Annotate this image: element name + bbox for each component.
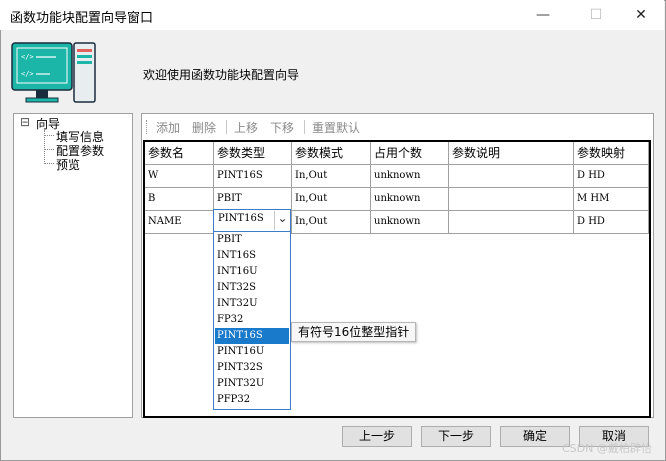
- tree-connector: [44, 163, 54, 164]
- table-cell[interactable]: M HM: [574, 188, 649, 211]
- table-cell[interactable]: In,Out: [292, 165, 371, 188]
- dropdown-option[interactable]: INT32U: [215, 296, 289, 312]
- option-tooltip: 有符号16位整型指针: [291, 322, 417, 342]
- chevron-down-icon[interactable]: ⌄: [274, 211, 290, 230]
- tree-connector: [44, 135, 54, 136]
- prev-button[interactable]: 上一步: [342, 426, 412, 447]
- dropdown-option[interactable]: INT32S: [215, 280, 289, 296]
- computer-icon: </> </>: [11, 42, 96, 103]
- wizard-tree[interactable]: ⊟ 向导 填写信息 配置参数 预览: [13, 113, 133, 418]
- svg-text:</>: </>: [21, 70, 34, 78]
- maximize-button[interactable]: ☐: [573, 0, 619, 30]
- dropdown-option[interactable]: PINT32S: [215, 360, 289, 376]
- toolbar-separator: [304, 120, 305, 134]
- toolbar-grip: [146, 120, 149, 134]
- move-down-button[interactable]: 下移: [270, 119, 294, 136]
- toolbar-separator: [226, 120, 227, 134]
- minimize-button[interactable]: —: [520, 0, 566, 30]
- dropdown-option[interactable]: PINT16U: [215, 344, 289, 360]
- table-cell[interactable]: unknown: [371, 188, 449, 211]
- delete-button[interactable]: 删除: [192, 119, 216, 136]
- next-button[interactable]: 下一步: [421, 426, 491, 447]
- table-cell[interactable]: D HD: [574, 165, 649, 188]
- dropdown-option[interactable]: FP32: [215, 312, 289, 328]
- add-button[interactable]: 添加: [156, 119, 180, 136]
- param-type-dropdown[interactable]: PBIT INT16S INT16U INT32S INT32U FP32 PI…: [213, 231, 291, 410]
- table-cell[interactable]: W: [145, 165, 214, 188]
- table-cell[interactable]: unknown: [371, 165, 449, 188]
- window-title: 函数功能块配置向导窗口: [10, 11, 154, 26]
- column-header-count[interactable]: 占用个数: [371, 142, 449, 165]
- column-header-name[interactable]: 参数名: [145, 142, 214, 165]
- column-header-mode[interactable]: 参数模式: [292, 142, 371, 165]
- column-header-type[interactable]: 参数类型: [214, 142, 292, 165]
- dropdown-option[interactable]: PBIT: [215, 232, 289, 248]
- tree-connector: [44, 149, 54, 150]
- dropdown-option[interactable]: INT16U: [215, 264, 289, 280]
- table-cell[interactable]: In,Out: [292, 188, 371, 211]
- table-cell[interactable]: [449, 188, 574, 211]
- ok-button[interactable]: 确定: [500, 426, 570, 447]
- table-cell[interactable]: [449, 211, 574, 234]
- svg-text:</>: </>: [21, 53, 34, 61]
- table-cell[interactable]: B: [145, 188, 214, 211]
- collapse-toggle-icon[interactable]: ⊟: [20, 115, 30, 129]
- table-cell[interactable]: PINT16S: [214, 165, 292, 188]
- dropdown-option[interactable]: PFP32: [215, 392, 289, 408]
- table-cell[interactable]: D HD: [574, 211, 649, 234]
- column-header-desc[interactable]: 参数说明: [449, 142, 574, 165]
- param-type-combo[interactable]: PINT16S ⌄: [213, 209, 291, 232]
- close-button[interactable]: ✕: [618, 0, 664, 30]
- table-cell[interactable]: PBIT: [214, 188, 292, 211]
- watermark: CSDN @戴柏辟怡: [562, 442, 652, 455]
- title-bar: 函数功能块配置向导窗口 — ☐ ✕: [0, 0, 664, 30]
- move-up-button[interactable]: 上移: [234, 119, 258, 136]
- tree-item-preview[interactable]: 预览: [56, 156, 80, 173]
- table-cell[interactable]: NAME: [145, 211, 214, 234]
- dropdown-option-selected[interactable]: PINT16S: [215, 328, 289, 344]
- welcome-text: 欢迎使用函数功能块配置向导: [143, 68, 300, 82]
- table-cell[interactable]: unknown: [371, 211, 449, 234]
- dropdown-option[interactable]: PINT32U: [215, 376, 289, 392]
- reset-default-button[interactable]: 重置默认: [312, 119, 360, 136]
- dropdown-option[interactable]: INT16S: [215, 248, 289, 264]
- table-cell[interactable]: [449, 165, 574, 188]
- table-cell[interactable]: In,Out: [292, 211, 371, 234]
- combo-value: PINT16S: [218, 213, 264, 224]
- column-header-mapping[interactable]: 参数映射: [574, 142, 649, 165]
